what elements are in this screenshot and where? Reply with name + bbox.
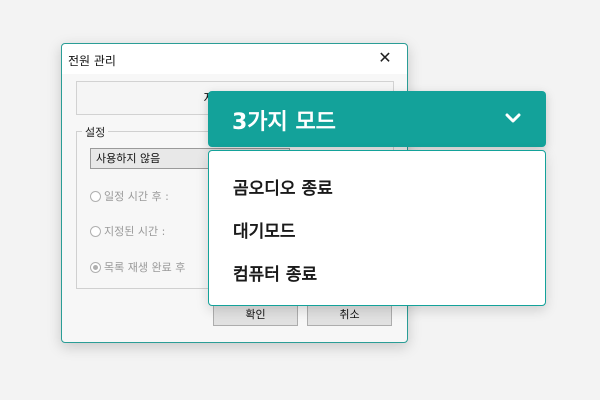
radio-specified-time[interactable]: 지정된 시간 : <box>90 223 165 239</box>
radio-label: 목록 재생 완료 후 <box>104 261 186 274</box>
radio-button[interactable] <box>90 225 101 237</box>
mode-dropdown-header[interactable]: 3가지 모드 <box>208 91 546 147</box>
dropdown-item-close-gomaudio[interactable]: 곰오디오 종료 <box>233 174 333 199</box>
mode-dropdown-list: 곰오디오 종료 대기모드 컴퓨터 종료 <box>208 150 546 306</box>
close-icon[interactable]: ✕ <box>377 49 393 67</box>
radio-label: 지정된 시간 : <box>104 225 166 238</box>
dropdown-title: 3가지 모드 <box>232 110 336 135</box>
chevron-down-icon[interactable] <box>502 107 524 129</box>
settings-group-label: 설정 <box>82 124 109 140</box>
dialog-title: 전원 관리 <box>68 54 116 68</box>
radio-label: 일정 시간 후 : <box>104 190 169 203</box>
title-bar[interactable]: 전원 관리 ✕ <box>62 44 407 74</box>
dropdown-item-standby[interactable]: 대기모드 <box>233 217 296 242</box>
radio-button-checked[interactable] <box>90 261 101 273</box>
ok-button[interactable]: 확인 <box>213 304 298 326</box>
radio-after-playlist[interactable]: 목록 재생 완료 후 <box>90 259 185 275</box>
cancel-button[interactable]: 취소 <box>307 304 392 326</box>
radio-after-time[interactable]: 일정 시간 후 : <box>90 188 169 204</box>
radio-button[interactable] <box>90 190 101 202</box>
dropdown-item-shutdown[interactable]: 컴퓨터 종료 <box>233 260 317 285</box>
